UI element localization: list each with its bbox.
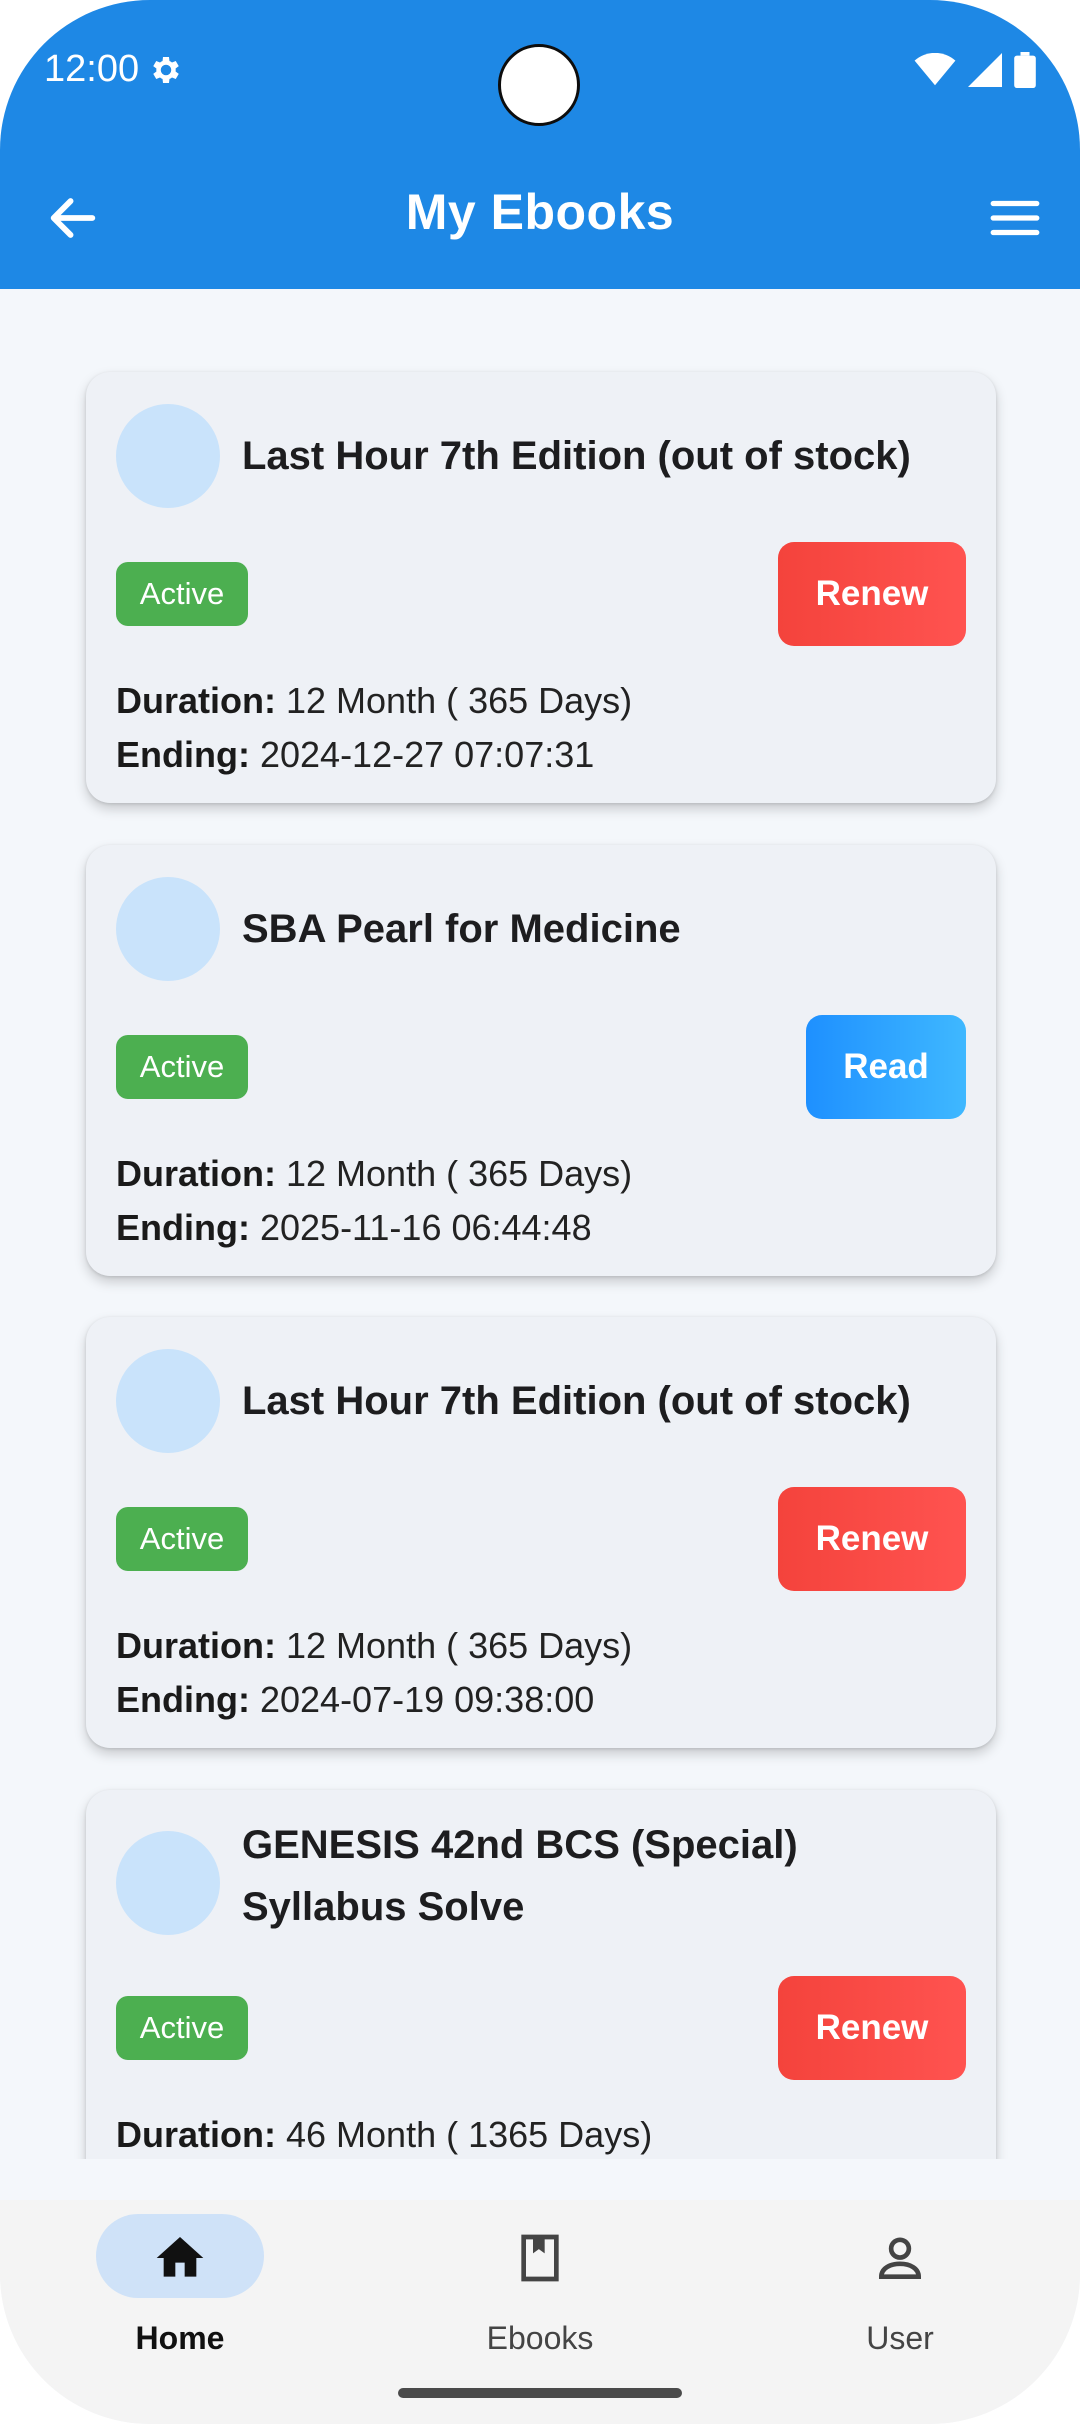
renew-button[interactable]: Renew [778,1976,966,2080]
ending-label: Ending: [116,1679,250,1720]
ebook-thumbnail [116,1349,220,1453]
ebook-list[interactable]: Last Hour 7th Edition (out of stock) Act… [0,289,1080,2159]
nav-ebooks[interactable]: Ebooks [420,2214,660,2356]
status-badge: Active [116,1507,248,1571]
duration-line: Duration: 12 Month ( 365 Days) [116,1619,632,1673]
page-title: My Ebooks [405,184,675,240]
ebook-title: Last Hour 7th Edition (out of stock) [242,1379,911,1423]
nav-home[interactable]: Home [60,2214,300,2356]
status-badge: Active [116,1035,248,1099]
ebook-card: Last Hour 7th Edition (out of stock) Act… [86,372,996,803]
status-badge: Active [116,1996,248,2060]
book-icon [521,2234,559,2282]
duration-line: Duration: 12 Month ( 365 Days) [116,1147,632,1201]
ebook-title: SBA Pearl for Medicine [242,907,681,951]
ebook-card: GENESIS 42nd BCS (Special) Syllabus Solv… [86,1790,996,2159]
ending-label: Ending: [116,734,250,775]
ending-label: Ending: [116,1207,250,1248]
ebook-title: GENESIS 42nd BCS (Special) Syllabus Solv… [242,1823,798,1929]
ebook-thumbnail [116,1831,220,1935]
ebook-thumbnail [116,404,220,508]
ending-value: 2025-11-16 06:44:48 [259,1207,592,1248]
app-bar: My Ebooks [0,145,1080,289]
read-button[interactable]: Read [806,1015,966,1119]
phone-screen: 12:00 My Ebooks Last Hour 7th Edition (o… [0,0,1080,2424]
ebook-card: SBA Pearl for Medicine Active Read Durat… [86,845,996,1276]
ending-line: Ending: 2025-11-16 06:44:48 [116,1201,592,1255]
ebook-card: Last Hour 7th Edition (out of stock) Act… [86,1317,996,1748]
battery-icon [1014,52,1036,88]
hamburger-menu-icon[interactable] [986,189,1044,247]
duration-value: 12 Month ( 365 Days) [286,1625,633,1666]
front-camera [498,44,580,126]
duration-label: Duration: [116,2114,276,2155]
ending-line: Ending: 2024-07-19 09:38:00 [116,1673,594,1727]
duration-label: Duration: [116,680,276,721]
status-badge: Active [116,562,248,626]
nav-label-home: Home [135,2320,225,2356]
duration-label: Duration: [116,1153,276,1194]
status-icons [914,52,1036,88]
nav-user[interactable]: User [780,2214,1020,2356]
duration-line: Duration: 46 Month ( 1365 Days) [116,2108,652,2159]
duration-value: 46 Month ( 1365 Days) [286,2114,653,2155]
ending-value: 2024-07-19 09:38:00 [259,1679,595,1720]
status-bar: 12:00 [0,0,1080,145]
gesture-home-indicator[interactable] [398,2388,682,2398]
duration-line: Duration: 12 Month ( 365 Days) [116,674,632,728]
ending-value: 2024-12-27 07:07:31 [259,734,595,775]
duration-value: 12 Month ( 365 Days) [286,680,633,721]
renew-button[interactable]: Renew [778,542,966,646]
ending-line: Ending: 2024-12-27 07:07:31 [116,728,594,782]
duration-label: Duration: [116,1625,276,1666]
ebook-title: Last Hour 7th Edition (out of stock) [242,434,911,478]
home-icon [156,2237,204,2277]
nav-label-ebooks: Ebooks [486,2320,594,2356]
status-time: 12:00 [44,48,140,90]
wifi-icon [914,53,956,86]
renew-button[interactable]: Renew [778,1487,966,1591]
user-icon [878,2237,922,2279]
nav-label-user: User [866,2320,934,2356]
duration-value: 12 Month ( 365 Days) [286,1153,633,1194]
signal-icon [968,53,1002,87]
settings-gear-icon [153,56,179,84]
ebook-thumbnail [116,877,220,981]
